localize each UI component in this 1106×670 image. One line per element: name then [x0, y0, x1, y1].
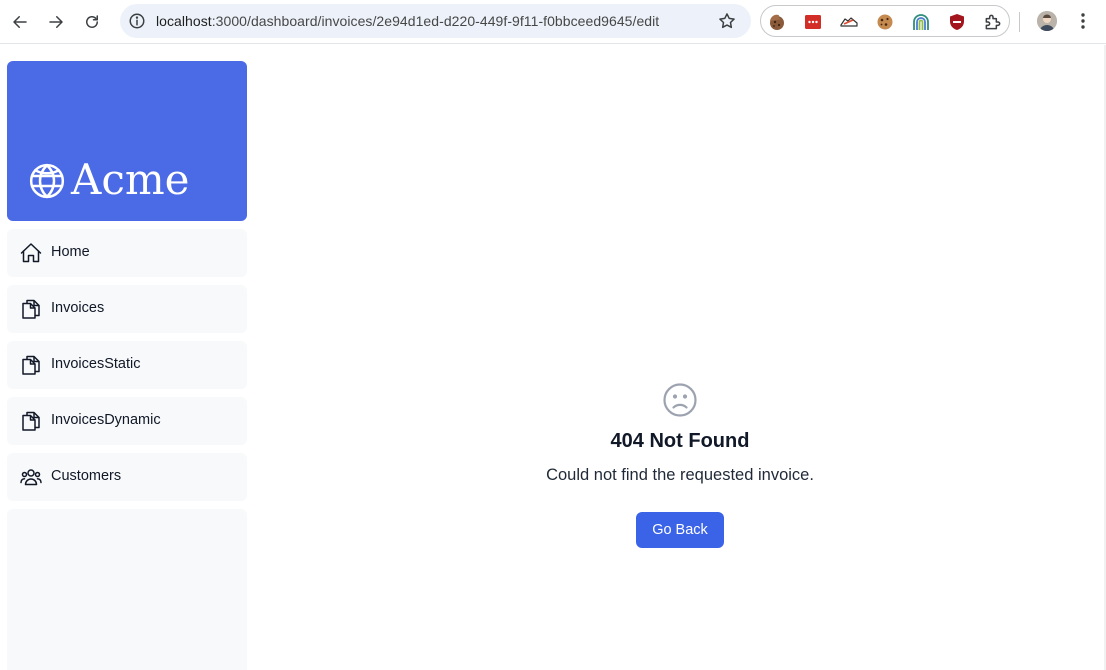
- go-back-button[interactable]: Go Back: [636, 512, 724, 548]
- url-text: localhost:3000/dashboard/invoices/2e94d1…: [156, 13, 659, 29]
- sidebar-item-label: InvoicesStatic: [51, 356, 141, 372]
- face-frown-icon: [663, 383, 697, 417]
- ublock-icon[interactable]: [947, 12, 967, 32]
- puzzle-icon[interactable]: [983, 12, 1003, 32]
- person-icon: [1037, 11, 1057, 31]
- browser-toolbar: localhost:3000/dashboard/invoices/2e94d1…: [0, 0, 1106, 44]
- arrow-right-icon: [49, 16, 63, 28]
- sidebar-item-label: Home: [51, 244, 90, 260]
- cookie-icon[interactable]: [767, 12, 787, 32]
- toolbar-separator: [1019, 12, 1020, 32]
- sidebar-item-label: Invoices: [51, 300, 105, 316]
- back-button[interactable]: [6, 8, 34, 36]
- document-duplicate-icon: [22, 355, 40, 375]
- sidebar-item-label: Customers: [51, 468, 122, 484]
- brand-logo-panel[interactable]: Acme: [7, 61, 247, 221]
- sidebar-item-invoices[interactable]: Invoices: [7, 285, 247, 333]
- bookmark-star-icon[interactable]: [717, 11, 737, 31]
- sidebar-item-label: InvoicesDynamic: [51, 412, 161, 428]
- globe-icon: [29, 163, 65, 199]
- profile-avatar[interactable]: [1037, 11, 1057, 31]
- brand-name: Acme: [71, 155, 190, 204]
- home-icon: [20, 243, 42, 263]
- arrow-left-icon: [13, 16, 27, 28]
- rainbow-icon[interactable]: [911, 12, 931, 32]
- forward-button[interactable]: [42, 8, 70, 36]
- document-duplicate-icon: [22, 299, 40, 319]
- sidebar-spacer: [7, 509, 247, 670]
- user-group-icon: [20, 469, 42, 486]
- sidebar-item-invoices-static[interactable]: InvoicesStatic: [7, 341, 247, 389]
- cookie-icon[interactable]: [875, 12, 895, 32]
- url-host: localhost: [156, 13, 212, 29]
- sidebar-item-home[interactable]: Home: [7, 229, 247, 277]
- lastpass-icon[interactable]: [803, 12, 823, 32]
- more-menu-icon[interactable]: [1073, 11, 1093, 31]
- site-info-icon[interactable]: [128, 12, 146, 30]
- url-path: :3000/dashboard/invoices/2e94d1ed-d220-4…: [211, 13, 660, 29]
- sidebar-item-customers[interactable]: Customers: [7, 453, 247, 501]
- document-duplicate-icon: [22, 411, 40, 431]
- extensions-bar: [760, 5, 1010, 37]
- sidebar-item-invoices-dynamic[interactable]: InvoicesDynamic: [7, 397, 247, 445]
- address-bar[interactable]: localhost:3000/dashboard/invoices/2e94d1…: [120, 4, 751, 38]
- reload-button[interactable]: [78, 8, 106, 36]
- page-title: 404 Not Found: [610, 430, 750, 452]
- error-message: Could not find the requested invoice.: [546, 466, 814, 484]
- sneaker-icon[interactable]: [839, 12, 859, 32]
- reload-icon: [86, 15, 98, 28]
